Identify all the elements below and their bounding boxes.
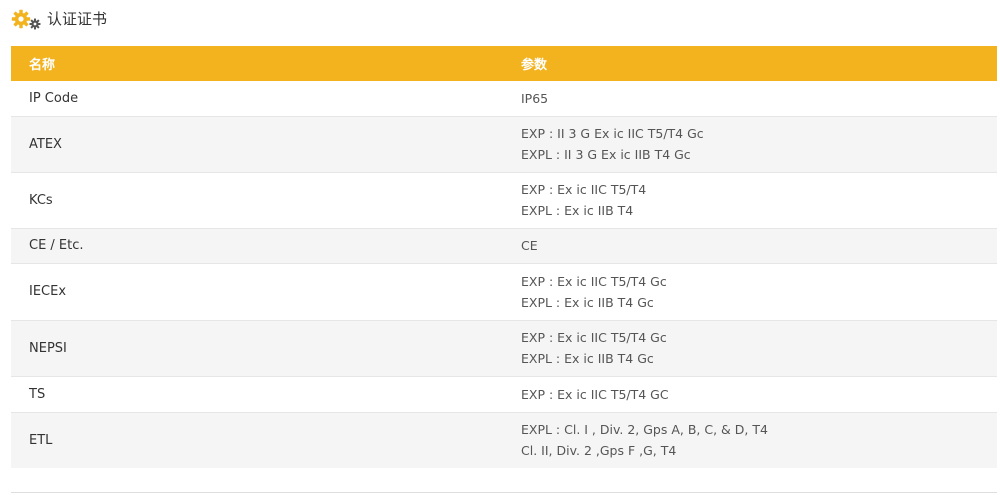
param-line: EXPL : Cl. Ⅰ , Div. 2, Gps A, B, C, & D,… [521,422,768,438]
row-params: EXP : Ex ic IIC T5/T4 Gc EXPL : Ex ic II… [503,320,997,377]
row-params: EXP : Ex ic IIC T5/T4 GC [503,376,997,413]
row-name: TS [11,376,503,413]
param-line: EXPL : II 3 G Ex ic IIB T4 Gc [521,147,691,162]
section-title: 认证证书 [47,10,108,28]
table-row: ETL EXPL : Cl. Ⅰ , Div. 2, Gps A, B, C, … [11,412,997,468]
table-header-row: 名称 参数 [11,46,997,81]
column-header-params: 参数 [503,46,997,81]
param-line: IP65 [521,90,549,106]
param-line: EXPL : Ex ic IIB T4 [521,203,634,218]
table-row: KCs EXP : Ex ic IIC T5/T4 EXPL : Ex ic I… [11,172,997,229]
row-name: ETL [11,412,503,468]
row-params: EXP : Ex ic IIC T5/T4 EXPL : Ex ic IIB T… [503,172,997,229]
param-line: EXPL : Ex ic IIB T4 Gc [521,351,654,366]
column-header-name: 名称 [11,46,503,81]
row-name: CE / Etc. [11,228,503,264]
param-line: EXP : II 3 G Ex ic IIC T5/T4 Gc [521,126,704,141]
param-line: Cl. II, Div. 2 ,Gps F ,G, T4 [521,443,677,459]
row-name: IECEx [11,263,503,321]
table-row: IP Code IP65 [11,81,997,117]
param-line: EXPL : Ex ic IIB T4 Gc [521,294,654,310]
param-line: EXP : Ex ic IIC T5/T4 Gc [521,273,667,289]
row-params: IP65 [503,81,997,117]
row-params: EXP : II 3 G Ex ic IIC T5/T4 Gc EXPL : I… [503,116,997,173]
param-line: EXP : Ex ic IIC T5/T4 Gc [521,330,667,345]
section-header: 认证证书 [11,7,107,31]
row-name: NEPSI [11,320,503,377]
param-line: EXP : Ex ic IIC T5/T4 GC [521,386,669,402]
table-row: IECEx EXP : Ex ic IIC T5/T4 Gc EXPL : Ex… [11,263,997,321]
page: 认证证书 名称 参数 IP Code IP65 ATEX EXP : II 3 … [0,0,1000,495]
table-row: ATEX EXP : II 3 G Ex ic IIC T5/T4 Gc EXP… [11,116,997,173]
table-row: NEPSI EXP : Ex ic IIC T5/T4 Gc EXPL : Ex… [11,320,997,377]
table-row: CE / Etc. CE [11,228,997,264]
param-line: EXP : Ex ic IIC T5/T4 [521,182,647,197]
row-params: EXPL : Cl. Ⅰ , Div. 2, Gps A, B, C, & D,… [503,412,997,468]
row-name: IP Code [11,81,503,117]
bottom-divider [11,492,997,493]
row-params: CE [503,228,997,264]
gears-icon [11,8,41,30]
row-name: ATEX [11,116,503,173]
certification-table: 名称 参数 IP Code IP65 ATEX EXP : II 3 G Ex … [11,46,997,468]
param-line: CE [521,238,538,253]
row-name: KCs [11,172,503,229]
row-params: EXP : Ex ic IIC T5/T4 Gc EXPL : Ex ic II… [503,263,997,321]
table-row: TS EXP : Ex ic IIC T5/T4 GC [11,376,997,413]
